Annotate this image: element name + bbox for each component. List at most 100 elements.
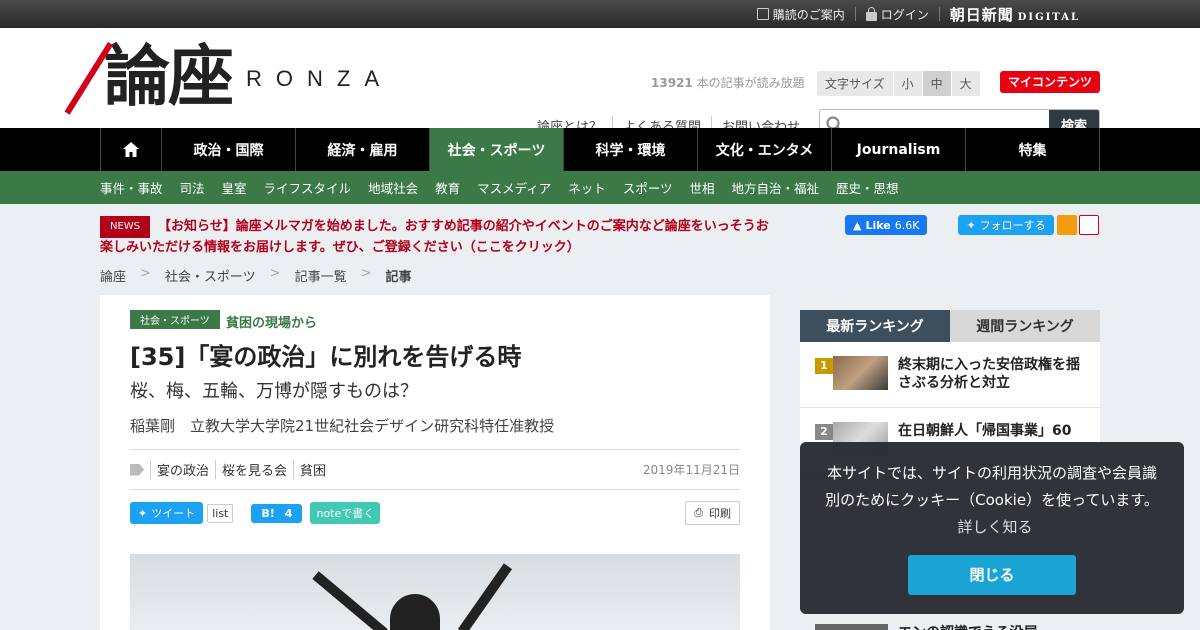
subnav-item[interactable]: ライフスタイル [264, 178, 352, 197]
subscription-link[interactable]: 購読のご案内 [756, 6, 845, 23]
brand-name: 朝日新聞 [949, 5, 1014, 24]
subnav-item[interactable]: 世相 [690, 178, 715, 197]
notice-text: 【お知らせ】論座メルマガを始めました。おすすめ記事の紹介やイベントのご案内など論… [100, 219, 769, 255]
subnav-item[interactable]: 地方自治・福祉 [732, 178, 820, 197]
font-size-small[interactable]: 小 [893, 71, 923, 96]
printer-icon: ⎙ [694, 506, 703, 519]
rank-title: 終末期に入った安倍政権を揺さぶる分析と対立 [898, 357, 1080, 391]
logo-kanji-text: 論座 [104, 37, 234, 115]
rank-thumbnail [815, 624, 888, 630]
twitter-bird-icon: ✦ [138, 506, 148, 520]
login-link[interactable]: ログイン [865, 6, 929, 23]
mail-icon[interactable] [1078, 215, 1099, 235]
cookie-close-button[interactable]: 閉じる [908, 555, 1076, 595]
list-button[interactable]: list [207, 503, 234, 523]
fb-like-count: 6.6K [894, 218, 920, 232]
print-label: 印刷 [709, 507, 731, 520]
rank-number: 2 [815, 424, 833, 440]
hatena-count: 4 [284, 506, 293, 520]
hatena-bookmark-button[interactable]: B! 4 [251, 503, 303, 523]
sub-nav: 事件・事故 司法 皇室 ライフスタイル 地域社会 教育 マスメディア ネット ス… [0, 171, 1200, 204]
nav-culture[interactable]: 文化・エンタメ [698, 128, 832, 171]
article-photo [130, 554, 740, 630]
subnav-item[interactable]: 歴史・思想 [836, 178, 899, 197]
fb-like-label: Like [865, 218, 891, 232]
cookie-text: 本サイトでは、サイトの利用状況の調査や会員識別のためにクッキー（Cookie）を… [825, 464, 1159, 509]
thumbs-up-icon: ▲ [853, 218, 862, 232]
font-size-medium[interactable]: 中 [922, 71, 952, 96]
subnav-item[interactable]: マスメディア [477, 178, 551, 197]
share-row: ✦ ツイート list B! 4 noteで書く ⎙ 印刷 [130, 501, 740, 525]
edit-icon [756, 8, 769, 20]
divider [854, 7, 856, 21]
tags-row: 宴の政治 桜を見る会 貧困 2019年11月21日 [130, 449, 740, 490]
breadcrumb-separator: > [269, 266, 281, 281]
my-contents-button[interactable]: マイコンテンツ [1000, 71, 1100, 93]
hatena-icon: B! [261, 506, 275, 520]
tweet-button[interactable]: ✦ ツイート [130, 502, 204, 524]
login-label: ログイン [880, 7, 929, 22]
nav-society[interactable]: 社会・スポーツ [430, 128, 564, 171]
asahi-digital-logo[interactable]: 朝日新聞 DIGITAL [950, 4, 1080, 25]
category-badge[interactable]: 社会・スポーツ [130, 310, 220, 329]
note-label: noteで書く [316, 507, 375, 520]
newsletter-notice[interactable]: NEWS 【お知らせ】論座メルマガを始めました。おすすめ記事の紹介やイベントのご案… [100, 216, 780, 258]
twitter-follow-label: フォローする [979, 219, 1046, 232]
tab-weekly-ranking[interactable]: 週間ランキング [950, 310, 1100, 342]
subnav-item[interactable]: 皇室 [222, 178, 247, 197]
site-logo[interactable]: 論座 RONZA [64, 36, 393, 116]
tag-icon [130, 463, 144, 476]
photo-detail [457, 563, 513, 630]
article: 社会・スポーツ 貧困の現場から [35]「宴の政治」に別れを告げる時 桜、梅、五… [100, 295, 770, 630]
cookie-details-link[interactable]: 詳しく知る [957, 518, 1032, 536]
tab-latest-ranking[interactable]: 最新ランキング [800, 310, 950, 342]
ranking-item[interactable]: 1 終末期に入った安倍政権を揺さぶる分析と対立 [800, 342, 1100, 408]
nav-special[interactable]: 特集 [966, 128, 1100, 171]
breadcrumb-current: 記事 [385, 270, 412, 285]
site-header: 論座 RONZA 13921 本の記事が読み放題 文字サイズ 小 中 大 マイコ… [0, 28, 1200, 140]
read-count-suffix: 本の記事が読み放題 [692, 76, 805, 90]
subnav-item[interactable]: スポーツ [623, 178, 673, 197]
tweet-label: ツイート [151, 507, 196, 520]
cookie-consent-dialog: 本サイトでは、サイトの利用状況の調査や会員識別のためにクッキー（Cookie）を… [800, 442, 1184, 614]
article-title: [35]「宴の政治」に別れを告げる時 [130, 343, 522, 371]
subnav-item[interactable]: ネット [568, 178, 606, 197]
lock-icon [865, 6, 877, 21]
font-size-label: 文字サイズ [817, 71, 894, 96]
main-nav: 政治・国際 経済・雇用 社会・スポーツ 科学・環境 文化・エンタメ Journa… [0, 128, 1200, 171]
print-button[interactable]: ⎙ 印刷 [685, 501, 740, 525]
social-buttons: ▲ Like 6.6K ✦ フォローする [845, 215, 1100, 235]
nav-politics[interactable]: 政治・国際 [162, 128, 296, 171]
twitter-bird-icon: ✦ [966, 218, 976, 232]
nav-science[interactable]: 科学・環境 [564, 128, 698, 171]
article-subtitle: 桜、梅、五輪、万博が隠すものは？ [130, 381, 418, 402]
series-label[interactable]: 貧困の現場から [226, 312, 317, 331]
font-size-large[interactable]: 大 [951, 71, 981, 96]
ranking-tabs: 最新ランキング 週間ランキング [800, 310, 1100, 342]
article-date: 2019年11月21日 [642, 463, 740, 477]
twitter-follow-button[interactable]: ✦ フォローする [958, 215, 1054, 235]
breadcrumb-list[interactable]: 記事一覧 [295, 266, 347, 285]
facebook-like-button[interactable]: ▲ Like 6.6K [845, 215, 928, 235]
nav-journalism[interactable]: Journalism [832, 128, 966, 171]
breadcrumb-home[interactable]: 論座 [100, 266, 126, 285]
breadcrumb: 論座 > 社会・スポーツ > 記事一覧 > 記事 [100, 266, 412, 285]
subnav-item[interactable]: 司法 [180, 178, 205, 197]
breadcrumb-separator: > [140, 266, 151, 281]
rss-icon[interactable] [1056, 215, 1077, 235]
divider [938, 7, 940, 21]
tag-link[interactable]: 宴の政治 [150, 460, 215, 479]
subnav-item[interactable]: 教育 [435, 178, 460, 197]
home-icon [123, 142, 139, 157]
tag-link[interactable]: 貧困 [293, 460, 332, 479]
home-button[interactable] [100, 128, 162, 171]
subnav-item[interactable]: 地域社会 [368, 178, 418, 197]
logo-kanji: 論座 [64, 36, 234, 116]
rank-title: 在日朝鮮人「帰国事業」60 [898, 423, 1072, 439]
subnav-item[interactable]: 事件・事故 [100, 178, 163, 197]
breadcrumb-category[interactable]: 社会・スポーツ [165, 266, 256, 285]
nav-economy[interactable]: 経済・雇用 [296, 128, 430, 171]
logo-roman: RONZA [246, 66, 393, 91]
tag-link[interactable]: 桜を見る会 [215, 460, 293, 479]
note-button[interactable]: noteで書く [310, 502, 381, 524]
